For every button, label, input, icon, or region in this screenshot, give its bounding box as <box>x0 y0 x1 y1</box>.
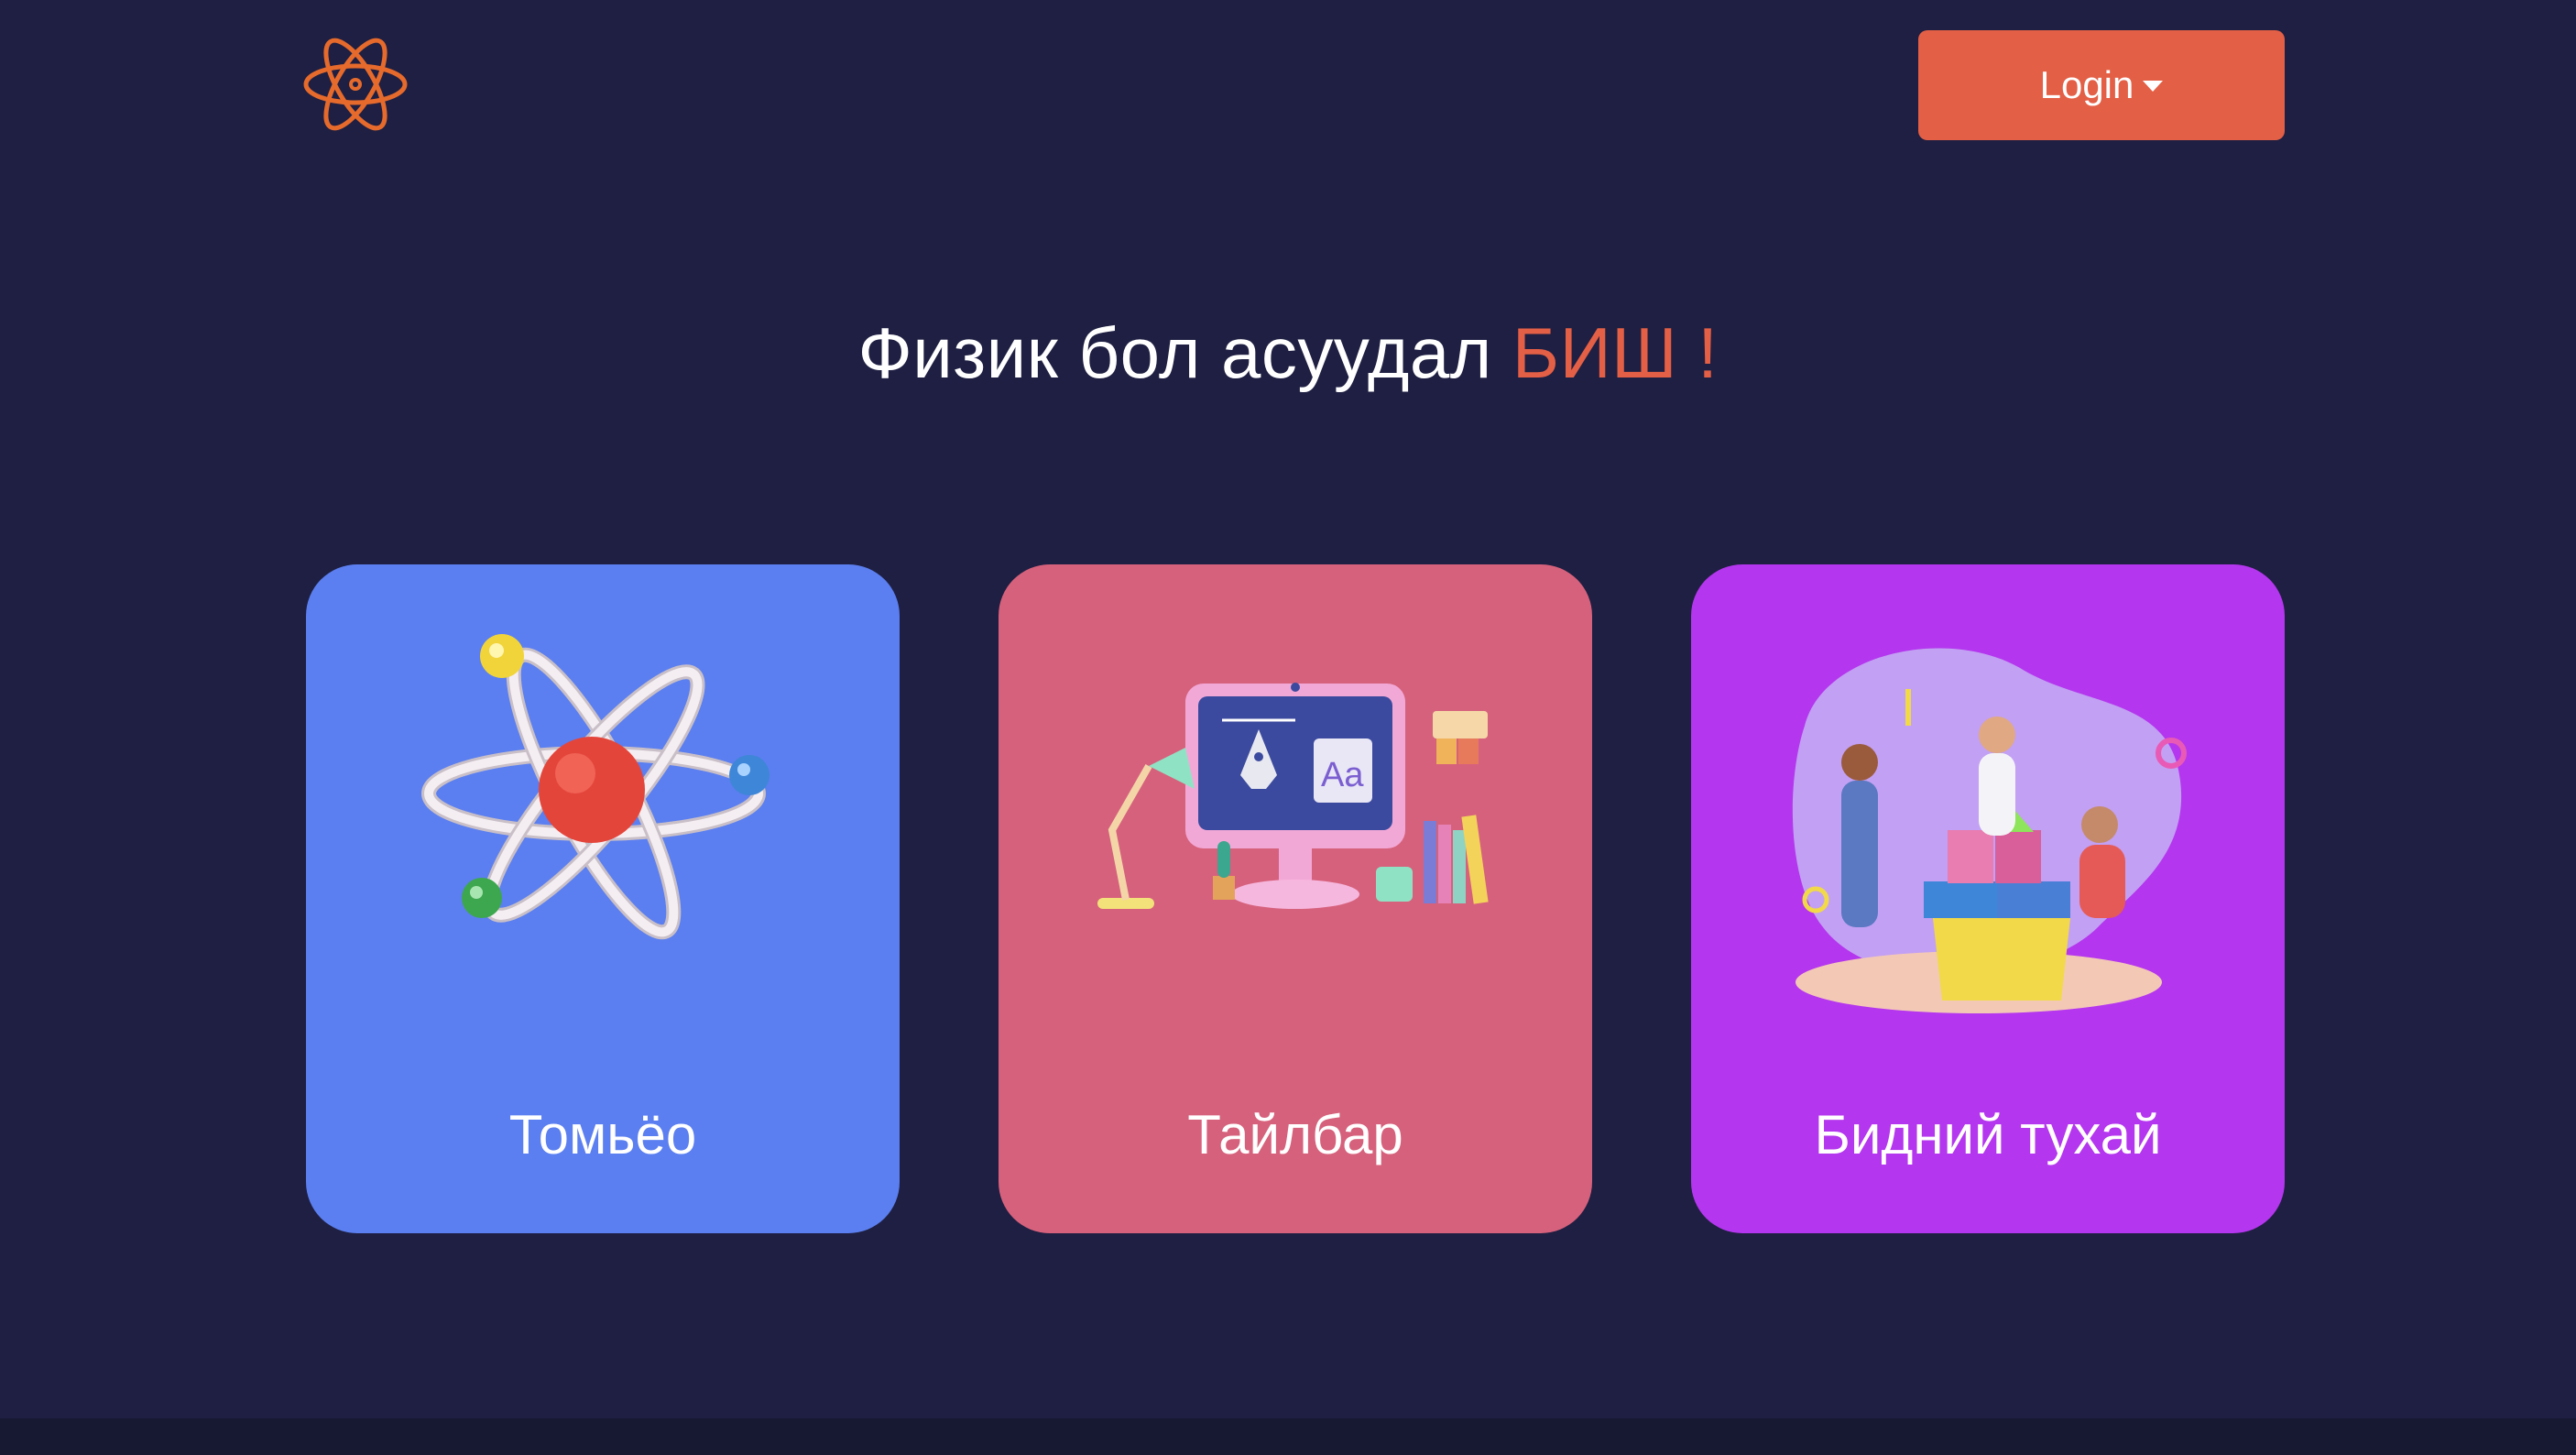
caret-down-icon <box>2143 81 2164 92</box>
atom-illustration-icon <box>421 634 770 940</box>
headline-main: Физик бол асуудал <box>857 312 1492 393</box>
page: Login Физик бол асуудал БИШ ! Томьёо Aa … <box>0 0 2576 1455</box>
card-about-us[interactable]: Бидний тухай <box>1691 564 2285 1233</box>
hero-headline: Физик бол асуудал БИШ ! <box>0 312 2576 395</box>
card-formula[interactable]: Томьёо <box>306 564 900 1233</box>
login-dropdown-button[interactable]: Login <box>1918 30 2285 140</box>
footer-bar <box>0 1418 2576 1455</box>
card-label: Тайлбар <box>1187 1104 1403 1165</box>
card-label: Томьёо <box>508 1104 697 1165</box>
svg-text:Aa: Aa <box>1321 756 1364 794</box>
headline-accent: БИШ ! <box>1512 312 1719 393</box>
design-workspace-illustration-icon: Aa <box>1097 683 1489 909</box>
login-label: Login <box>2039 63 2134 106</box>
card-explanation[interactable]: Aa Тайлбар <box>999 564 1592 1233</box>
atom-logo-icon[interactable] <box>302 27 409 141</box>
header: Login <box>0 0 2576 174</box>
team-building-blocks-illustration-icon <box>1792 648 2187 1013</box>
card-label: Бидний тухай <box>1814 1104 2162 1165</box>
